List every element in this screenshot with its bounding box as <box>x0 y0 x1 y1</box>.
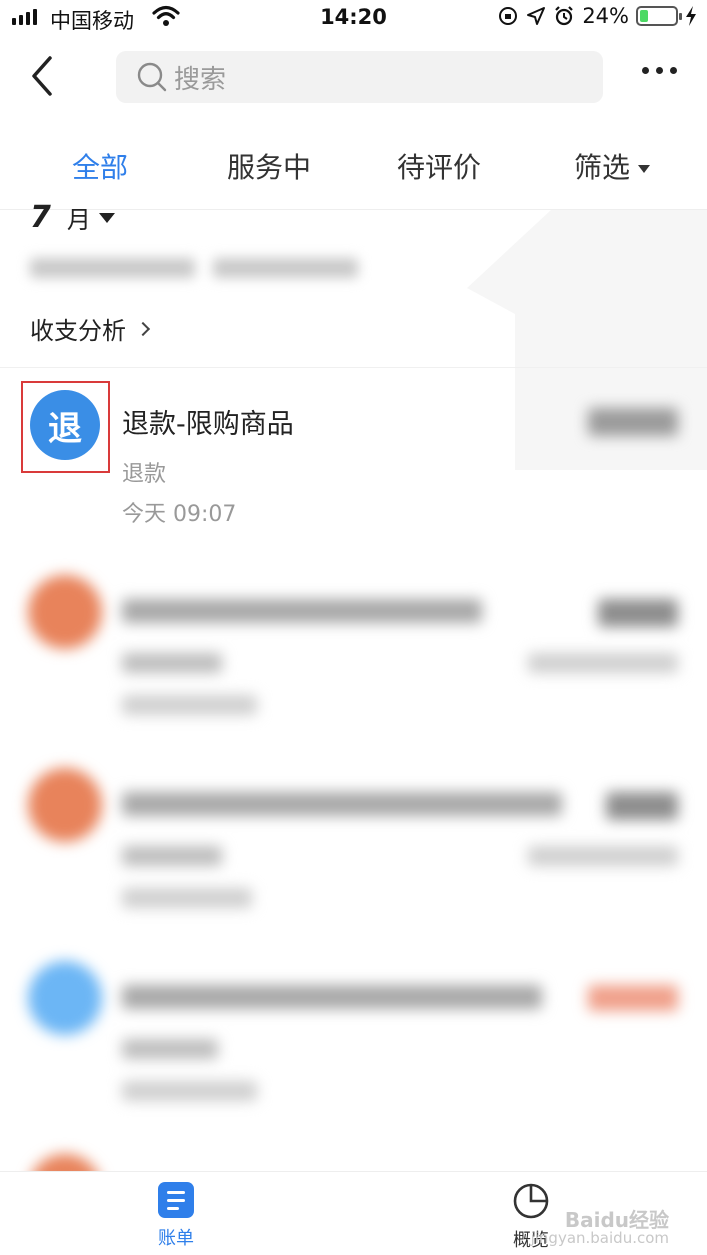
alarm-icon <box>555 6 574 26</box>
rotation-lock-icon <box>499 7 518 25</box>
tab-all[interactable]: 全部 <box>72 146 128 186</box>
transaction-row[interactable] <box>0 748 707 928</box>
analysis-link-label: 收支分析 <box>30 317 126 345</box>
month-selector[interactable]: 7 月 <box>30 200 115 235</box>
filter-tabs: 全部 服务中 待评价 筛选 <box>0 118 707 210</box>
location-icon <box>527 7 546 25</box>
more-dot-icon <box>656 67 663 74</box>
income-expense-analysis-link[interactable]: 收支分析 <box>30 311 151 346</box>
tab-bill[interactable]: 账单 <box>158 1182 194 1250</box>
month-suffix: 月 <box>66 206 91 234</box>
transaction-icon <box>28 768 102 842</box>
tab-bill-label: 账单 <box>158 1228 194 1249</box>
bill-icon <box>158 1182 194 1218</box>
watermark: Baidu经验 jingyan.baidu.com <box>530 1208 669 1247</box>
tab-to-review[interactable]: 待评价 <box>397 146 481 186</box>
caret-down-icon <box>638 165 651 173</box>
chevron-right-icon <box>135 321 151 336</box>
chevron-left-icon <box>32 56 52 96</box>
more-options-button[interactable] <box>642 67 677 74</box>
month-number: 7 <box>30 200 51 235</box>
back-button[interactable] <box>20 54 64 98</box>
transaction-row[interactable] <box>0 555 707 735</box>
month-summary-blurred <box>30 258 360 284</box>
transaction-title: 退款-限购商品 <box>122 409 294 440</box>
transaction-icon <box>28 575 102 649</box>
tab-in-service[interactable]: 服务中 <box>227 146 311 186</box>
charging-icon <box>686 6 696 26</box>
more-dot-icon <box>670 67 677 74</box>
battery-icon <box>636 6 682 26</box>
watermark-line1: Baidu经验 <box>564 1208 669 1232</box>
caret-down-icon <box>98 212 115 223</box>
transaction-row[interactable] <box>0 941 707 1121</box>
watermark-line2: jingyan.baidu.com <box>530 1229 669 1247</box>
more-dot-icon <box>642 67 649 74</box>
status-bar: 中国移动 14:20 24% <box>0 0 707 36</box>
transaction-category: 退款 <box>122 462 167 487</box>
search-input[interactable]: 搜索 <box>116 51 603 103</box>
transaction-icon <box>28 961 102 1035</box>
battery-percent: 24% <box>582 4 629 28</box>
transaction-time: 今天 09:07 <box>122 502 237 527</box>
bottom-tab-bar: 账单 概览 Baidu经验 jingyan.baidu.com <box>0 1171 707 1255</box>
highlight-box <box>21 381 110 473</box>
search-icon <box>137 62 167 92</box>
tab-filter[interactable]: 筛选 <box>574 146 651 186</box>
tab-filter-label: 筛选 <box>574 151 631 184</box>
search-placeholder: 搜索 <box>174 64 227 95</box>
nav-bar: 搜索 <box>0 36 707 118</box>
